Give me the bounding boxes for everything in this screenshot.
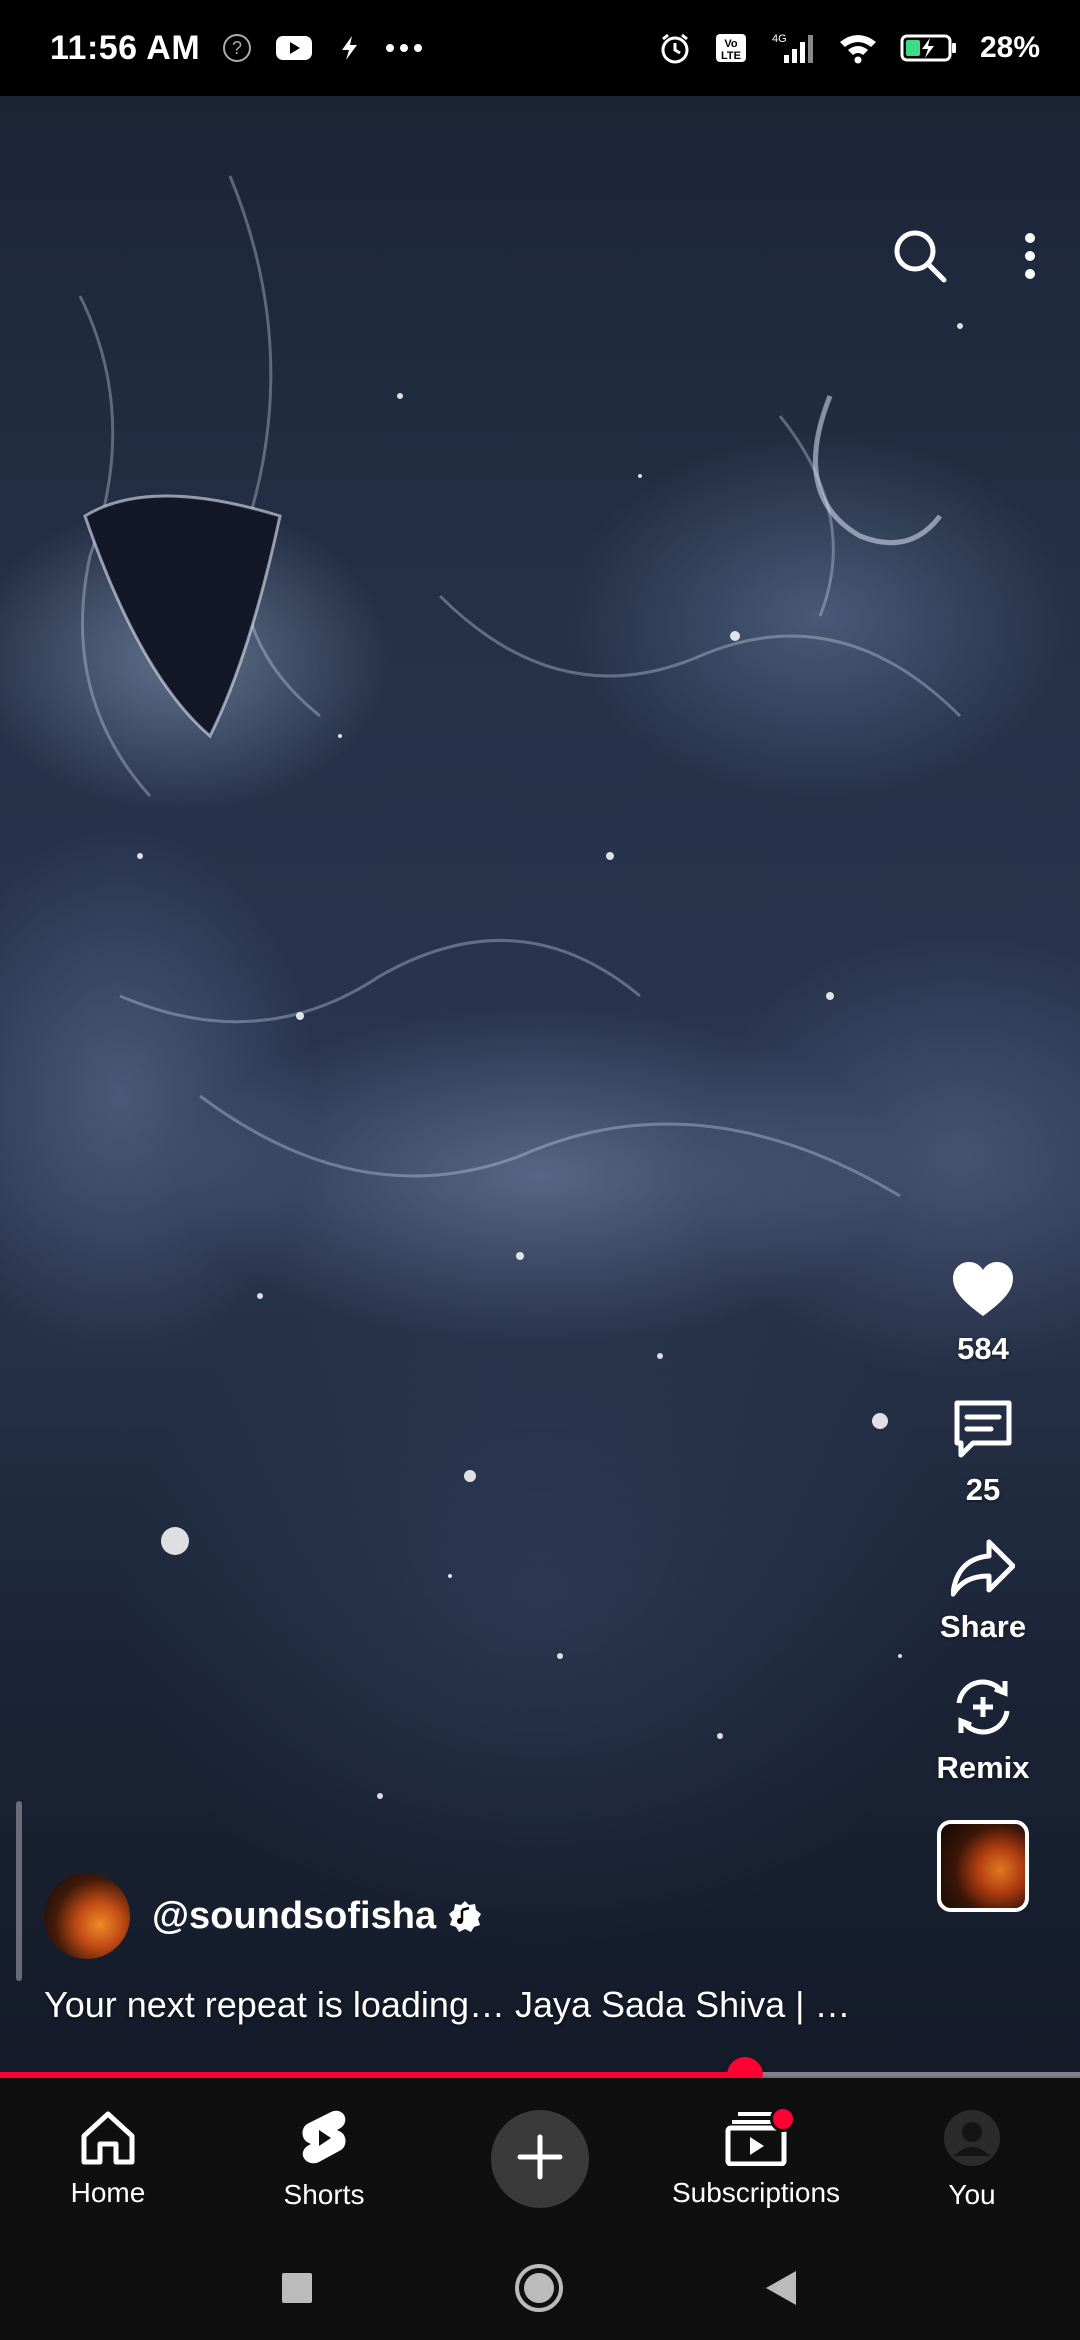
share-label: Share: [939, 1609, 1027, 1644]
nav-subscriptions-label: Subscriptions: [671, 2176, 841, 2208]
more-vert-icon[interactable]: [1020, 226, 1040, 291]
home-circle-icon[interactable]: [514, 2263, 564, 2318]
sound-button[interactable]: [937, 1816, 1029, 1912]
avatar[interactable]: [44, 1873, 130, 1959]
svg-text:?: ?: [232, 38, 242, 58]
subscriptions-icon: [724, 2111, 788, 2170]
action-column: 584 25 Share Remix: [908, 1260, 1058, 1942]
recents-icon[interactable]: [280, 2271, 314, 2310]
alarm-icon: [658, 31, 692, 65]
svg-text:Vo: Vo: [724, 38, 738, 50]
plus-icon: [516, 2133, 564, 2186]
bottom-navigation: Home Shorts Subscriptions You: [0, 2078, 1080, 2240]
more-notifications-icon: [384, 43, 424, 53]
nav-home[interactable]: Home: [0, 2078, 216, 2240]
music-verified-icon: [448, 1899, 482, 1933]
system-navigation: [0, 2240, 1080, 2340]
wifi-icon: [838, 32, 878, 64]
battery-percent: 28%: [979, 31, 1040, 64]
nav-shorts[interactable]: Shorts: [216, 2078, 432, 2240]
nav-you-label: You: [948, 2178, 996, 2210]
channel-handle[interactable]: @soundsofisha: [152, 1895, 436, 1938]
video-caption[interactable]: Your next repeat is loading… Jaya Sada S…: [44, 1984, 924, 2026]
nav-subscriptions[interactable]: Subscriptions: [648, 2078, 864, 2240]
unknown-signal-icon: ?: [222, 33, 252, 63]
home-icon: [78, 2110, 138, 2171]
top-actions: [890, 226, 1040, 291]
remix-button[interactable]: Remix: [936, 1675, 1030, 1786]
svg-text:4G: 4G: [772, 33, 787, 45]
comment-button[interactable]: 25: [951, 1397, 1015, 1508]
nav-home-label: Home: [70, 2176, 146, 2208]
heart-icon: [951, 1260, 1015, 1325]
battery-charging-icon: [900, 32, 958, 64]
nav-you[interactable]: You: [864, 2078, 1080, 2240]
share-icon: [950, 1538, 1016, 1603]
remix-icon: [949, 1675, 1017, 1744]
like-count: 584: [957, 1331, 1009, 1366]
nav-shorts-label: Shorts: [283, 2178, 365, 2210]
shorts-icon: [299, 2108, 349, 2173]
sound-thumbnail: [937, 1820, 1029, 1912]
comment-count: 25: [965, 1472, 1001, 1507]
status-time: 11:56 AM: [50, 28, 201, 67]
remix-label: Remix: [936, 1750, 1030, 1785]
nav-create[interactable]: [432, 2078, 648, 2240]
status-left: 11:56 AM ?: [50, 29, 424, 68]
svg-text:LTE: LTE: [721, 50, 741, 62]
search-icon[interactable]: [890, 226, 950, 291]
status-bar: 11:56 AM ? Vo LTE 4G 28%: [0, 0, 1080, 96]
subscriptions-icon-wrap: [724, 2105, 796, 2171]
cellular-signal-icon: 4G: [770, 31, 816, 65]
scroll-indicator: [16, 1801, 22, 1981]
new-content-dot: [770, 2105, 796, 2132]
volte-icon: Vo LTE: [714, 31, 748, 65]
share-button[interactable]: Share: [940, 1538, 1026, 1645]
profile-avatar-icon: [942, 2108, 1002, 2173]
like-button[interactable]: 584: [951, 1260, 1015, 1367]
status-right: Vo LTE 4G 28%: [658, 31, 1040, 65]
youtube-notification-icon: [274, 33, 314, 63]
comment-icon: [951, 1397, 1015, 1466]
channel-row[interactable]: @soundsofisha: [44, 1873, 482, 1959]
back-icon[interactable]: [764, 2269, 800, 2312]
create-button[interactable]: [491, 2110, 589, 2208]
flash-notification-icon: [336, 33, 362, 63]
